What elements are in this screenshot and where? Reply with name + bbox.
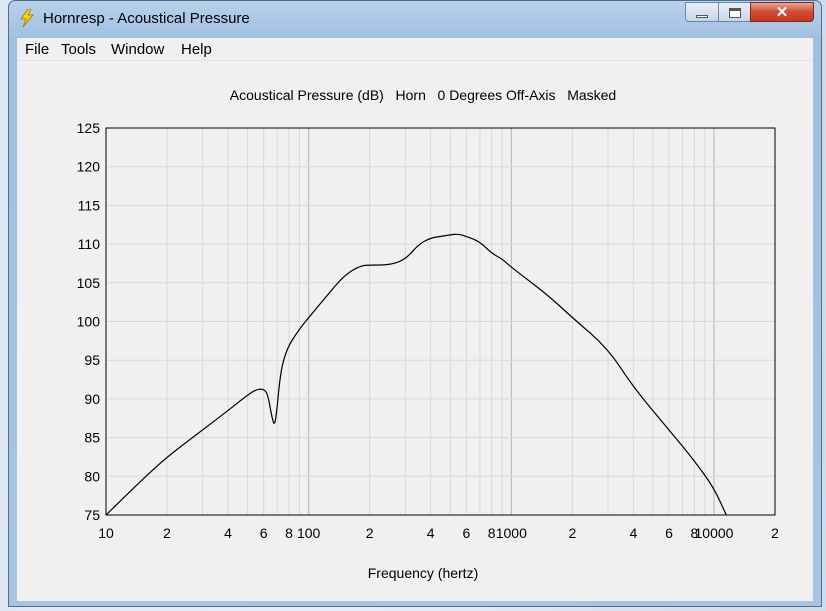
y-tick-label: 75 [84,507,100,523]
menu-tools[interactable]: Tools [61,41,96,58]
x-tick-label: 2 [366,525,374,541]
y-tick-label: 110 [78,236,101,252]
chart-grid [106,128,775,515]
menu-window[interactable]: Window [111,41,164,58]
y-axis: 125 120 115 110 105 100 95 90 85 80 75 [77,120,101,523]
x-tick-label: 10000 [695,525,734,541]
y-tick-label: 125 [77,120,101,136]
menu-file[interactable]: File [25,41,49,58]
x-tick-label: 10 [98,525,114,541]
y-tick-label: 95 [84,352,100,368]
x-tick-label: 6 [665,525,673,541]
y-tick-label: 115 [78,197,101,213]
close-button[interactable]: ✕ [750,2,814,22]
x-axis-label: Frequency (hertz) [368,565,478,581]
app-window: Hornresp - Acoustical Pressure ✕ File To… [8,0,822,607]
y-tick-label: 100 [77,314,101,330]
chart-title: Acoustical Pressure (dB) Horn 0 Degrees … [230,87,616,103]
y-tick-label: 90 [84,391,100,407]
x-tick-label: 8 [488,525,496,541]
maximize-button[interactable] [718,2,751,22]
y-tick-label: 120 [77,159,101,175]
menu-bar: File Tools Window Help [17,38,813,60]
chart-area: Acoustical Pressure (dB) Horn 0 Degrees … [17,60,813,601]
x-tick-label: 2 [568,525,576,541]
x-tick-label: 4 [629,525,637,541]
y-tick-label: 85 [84,430,100,446]
x-tick-label: 2 [771,525,779,541]
title-bar[interactable]: Hornresp - Acoustical Pressure ✕ [9,1,821,35]
maximize-icon [729,8,741,18]
y-tick-label: 105 [77,275,101,291]
close-icon: ✕ [775,4,789,21]
x-axis: 10 2 4 6 8 100 2 4 6 8 1000 2 4 6 810000 2 [98,525,779,541]
x-tick-label: 6 [260,525,268,541]
y-tick-label: 80 [84,468,100,484]
lightning-bolt-icon [20,9,34,27]
x-tick-label: 100 [297,525,321,541]
x-tick-label: 4 [427,525,435,541]
window-title: Hornresp - Acoustical Pressure [43,10,250,27]
x-tick-label: 1000 [496,525,527,541]
x-tick-label: 4 [224,525,232,541]
x-tick-label: 6 [462,525,470,541]
x-tick-label: 2 [163,525,171,541]
x-tick-label: 8 [285,525,293,541]
minimize-button[interactable] [685,2,719,22]
menu-help[interactable]: Help [181,41,212,58]
acoustical-pressure-chart: Acoustical Pressure (dB) Horn 0 Degrees … [77,87,779,581]
minimize-icon [696,15,708,18]
